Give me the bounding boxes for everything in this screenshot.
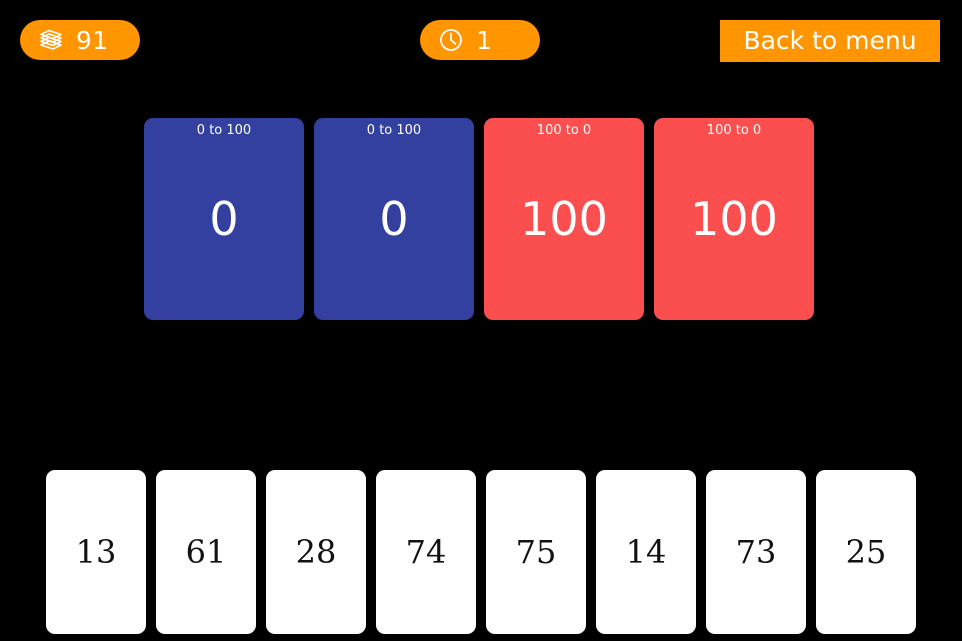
- hand-card[interactable]: 25: [816, 470, 916, 634]
- pile-value: 100: [520, 192, 608, 246]
- hand-card[interactable]: 14: [596, 470, 696, 634]
- hand-card[interactable]: 73: [706, 470, 806, 634]
- pile-ascending-2[interactable]: 0 to 100 0: [314, 118, 474, 320]
- pile-descending-2[interactable]: 100 to 0 100: [654, 118, 814, 320]
- hand-card[interactable]: 75: [486, 470, 586, 634]
- turn-count-value: 1: [476, 25, 493, 55]
- turn-count-badge: 1: [420, 20, 540, 60]
- back-to-menu-button[interactable]: Back to menu: [720, 20, 940, 62]
- hand-card[interactable]: 74: [376, 470, 476, 634]
- pile-row: 0 to 100 0 0 to 100 0 100 to 0 100 100 t…: [144, 118, 820, 320]
- player-hand: 13 61 28 74 75 14 73 25: [46, 470, 916, 634]
- deck-count-value: 91: [76, 25, 109, 55]
- hand-card[interactable]: 28: [266, 470, 366, 634]
- pile-ascending-1[interactable]: 0 to 100 0: [144, 118, 304, 320]
- hand-card[interactable]: 61: [156, 470, 256, 634]
- game-board: 91 1 Back to menu 0 to 100 0 0 to 100 0 …: [0, 0, 962, 641]
- pile-value: 0: [209, 192, 239, 246]
- clock-icon: [440, 29, 462, 51]
- deck-count-badge: 91: [20, 20, 140, 60]
- pile-value: 100: [690, 192, 778, 246]
- top-bar: 91 1 Back to menu: [0, 0, 962, 80]
- pile-descending-1[interactable]: 100 to 0 100: [484, 118, 644, 320]
- pile-value: 0: [379, 192, 409, 246]
- hand-card[interactable]: 13: [46, 470, 146, 634]
- card-stack-icon: [40, 29, 62, 50]
